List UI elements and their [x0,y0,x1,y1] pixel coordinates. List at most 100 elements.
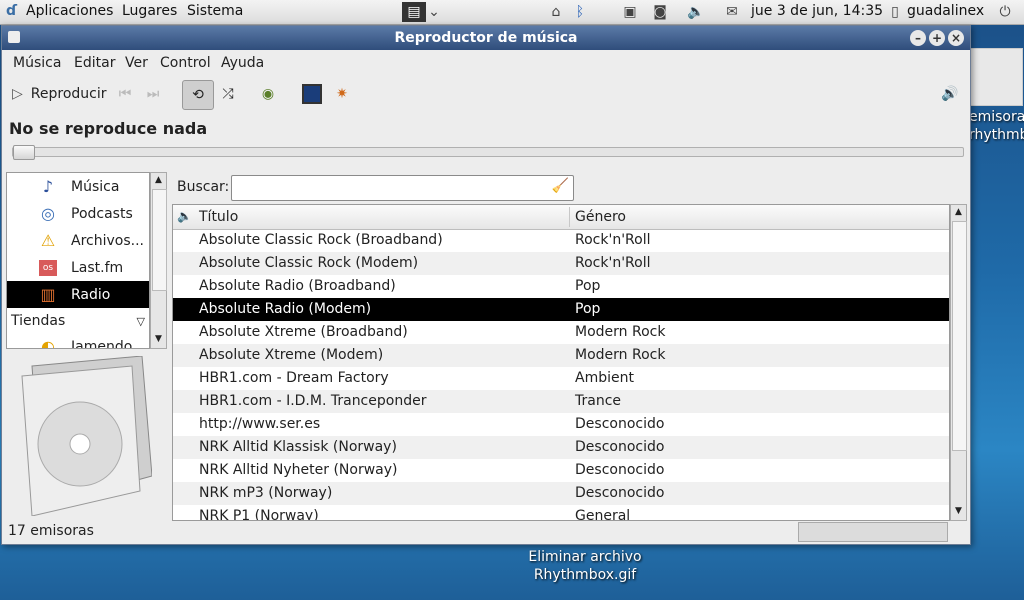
maximize-button[interactable]: + [929,30,945,46]
table-row[interactable]: HBR1.com - Dream Factory Ambient [173,367,949,390]
visualization-button[interactable] [300,82,324,106]
disk-icon[interactable]: ◙ [650,2,670,22]
menu-control[interactable]: Control [160,55,211,71]
top-panel: ɗ Aplicaciones Lugares Sistema ▤ ⌄ ⌂ ᛒ ▣… [0,0,1024,25]
next-button[interactable]: ⏭ [142,82,164,106]
station-table: 🔈 Título Género Absolute Classic Rock (B… [172,204,950,521]
station-genre: Pop [575,301,601,317]
table-row[interactable]: http://www.ser.es Desconocido [173,413,949,436]
menu-edit[interactable]: Editar [74,55,115,71]
search-input[interactable]: 🧹 [231,175,574,201]
scroll-down-icon[interactable]: ▼ [952,506,965,518]
bluetooth-icon[interactable]: ᛒ [570,2,590,22]
menu-view[interactable]: Ver [125,55,148,71]
distro-logo-icon[interactable]: ɗ [6,3,17,19]
station-genre: Modern Rock [575,324,666,340]
close-button[interactable]: × [948,30,964,46]
album-art-placeholder [21,356,152,516]
stores-header[interactable]: Tiendas ▽ [7,309,149,333]
user-name[interactable]: guadalinex [907,3,984,19]
window-list-icon[interactable]: ▤ [402,2,426,22]
user-icon: ▯ [891,4,899,20]
source-item-lastfm[interactable]: os Last.fm [7,254,149,281]
menu-bar: Música Editar Ver Control Ayuda [2,50,970,76]
network-icon[interactable]: ▣ [620,2,640,22]
station-count: 17 emisoras [8,523,94,539]
chevron-down-icon[interactable]: ▽ [137,315,145,328]
table-row[interactable]: Absolute Radio (Broadband) Pop [173,275,949,298]
table-row[interactable]: Absolute Radio (Modem) Pop [173,298,949,321]
status-progress-bar [798,522,948,542]
source-item-radio[interactable]: ▥ Radio [7,281,149,308]
scrollbar-thumb[interactable] [952,221,967,451]
playing-column-icon[interactable]: 🔈 [177,209,192,223]
title-bar[interactable]: Reproductor de música – + × [2,26,970,50]
station-genre: Desconocido [575,416,665,432]
repeat-toggle[interactable]: ⟲ [182,80,214,110]
source-label: Música [71,178,120,195]
table-row[interactable]: Absolute Xtreme (Broadband) Modern Rock [173,321,949,344]
shuffle-toggle[interactable]: ⤮ [216,82,240,106]
clock[interactable]: jue 3 de jun, 14:35 [751,3,883,19]
burn-disc-button[interactable]: ◉ [256,82,280,106]
play-button[interactable]: ▷ Reproducir [12,82,107,106]
source-item-files[interactable]: ⚠ Archivos... [7,227,149,254]
disc-icon: ◉ [261,86,275,102]
source-item-podcasts[interactable]: ◎ Podcasts [7,200,149,227]
table-scrollbar[interactable]: ▲ ▼ [950,204,967,521]
source-list: ♪ Música ◎ Podcasts ⚠ Archivos... os Las… [6,172,150,349]
table-row[interactable]: Absolute Classic Rock (Modem) Rock'n'Roll [173,252,949,275]
toolbar: ▷ Reproducir ⏮ ⏭ ⟲ ⤮ ◉ ✷ 🔊 [2,78,970,110]
previous-button[interactable]: ⏮ [114,82,136,106]
seek-slider-thumb[interactable] [13,145,35,160]
seek-slider[interactable] [12,145,964,160]
station-title: HBR1.com - Dream Factory [199,370,389,386]
places-menu[interactable]: Lugares [122,3,177,19]
import-button[interactable]: ✷ [330,82,354,106]
chevron-down-icon[interactable]: ⌄ [424,2,444,22]
clear-icon[interactable]: 🧹 [552,178,569,194]
repeat-icon: ⟲ [192,87,204,103]
table-row[interactable]: NRK P1 (Norway) General [173,505,949,521]
menu-music[interactable]: Música [13,55,61,71]
applications-menu[interactable]: Aplicaciones [26,3,113,19]
station-title: NRK mP3 (Norway) [199,485,333,501]
lastfm-icon: os [35,257,61,279]
source-item-jamendo[interactable]: ◐ Jamendo [7,333,149,348]
desktop-file-label-right[interactable]: emisoras rhythmbox.gif [969,108,1024,144]
column-header-genre[interactable]: Género [575,209,626,225]
scroll-down-icon[interactable]: ▼ [152,334,165,346]
mail-icon[interactable]: ✉ [722,2,742,22]
source-list-scrollbar[interactable]: ▲ ▼ [150,172,167,349]
import-icon: ✷ [336,86,348,102]
previous-icon: ⏮ [118,86,132,102]
menu-help[interactable]: Ayuda [221,55,264,71]
table-row[interactable]: NRK Alltid Klassisk (Norway) Desconocido [173,436,949,459]
desktop-file-thumbnail[interactable] [969,48,1023,106]
source-label: Podcasts [71,205,133,222]
usb-icon[interactable]: ⌂ [546,2,566,22]
table-row[interactable]: Absolute Classic Rock (Broadband) Rock'n'… [173,229,949,252]
power-icon[interactable]: ⏻ [995,2,1015,22]
station-title: Absolute Xtreme (Modem) [199,347,384,363]
volume-button[interactable]: 🔊 [938,82,962,106]
minimize-button[interactable]: – [910,30,926,46]
scrollbar-thumb[interactable] [152,189,167,291]
table-row[interactable]: HBR1.com - I.D.M. Tranceponder Trance [173,390,949,413]
table-row[interactable]: NRK Alltid Nyheter (Norway) Desconocido [173,459,949,482]
station-genre: General [575,508,631,521]
table-row[interactable]: Absolute Xtreme (Modem) Modern Rock [173,344,949,367]
next-icon: ⏭ [146,86,160,102]
play-icon: ▷ [12,86,23,102]
table-row[interactable]: NRK mP3 (Norway) Desconocido [173,482,949,505]
desktop-file-label-bottom[interactable]: Eliminar archivo Rhythmbox.gif [510,548,660,584]
visualization-icon [302,84,322,104]
source-label: Radio [71,286,111,303]
station-genre: Pop [575,278,601,294]
system-menu[interactable]: Sistema [187,3,243,19]
column-header-title[interactable]: Título [199,209,238,225]
scroll-up-icon[interactable]: ▲ [152,175,165,187]
volume-icon[interactable]: 🔈 [686,2,706,22]
scroll-up-icon[interactable]: ▲ [952,207,965,219]
source-item-music[interactable]: ♪ Música [7,173,149,200]
